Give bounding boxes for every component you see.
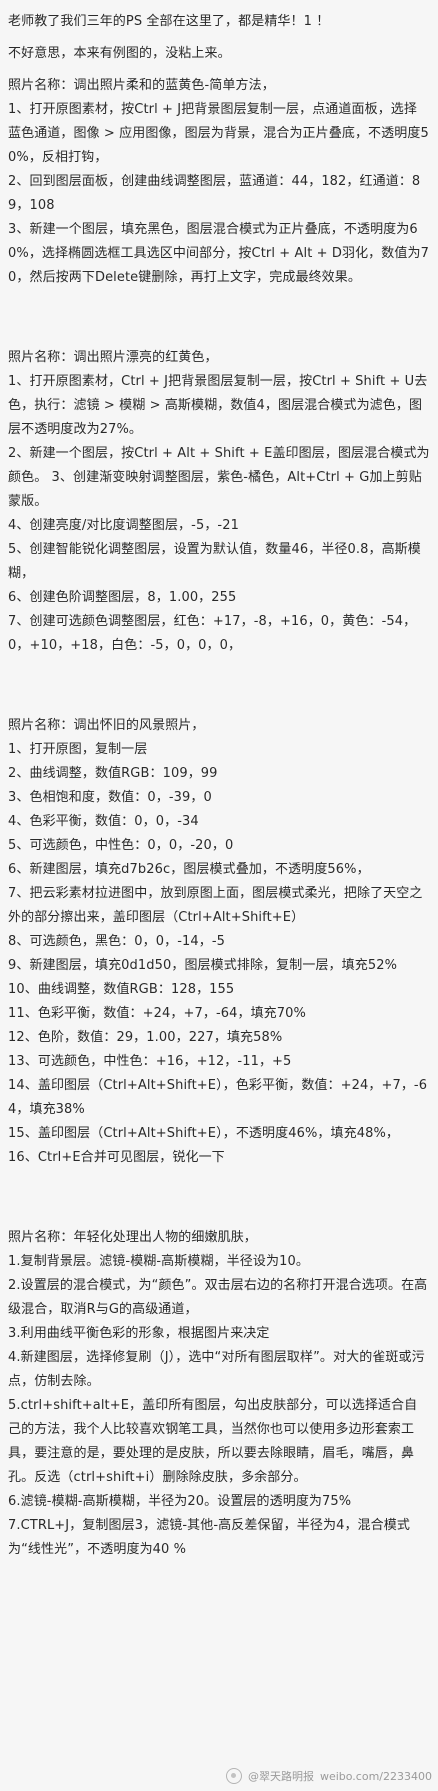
step-paragraph: 5、可选颜色，中性色：0，0，-20，0: [8, 838, 234, 853]
step-paragraph: 3.利用曲线平衡色彩的形象，根据图片来决定: [8, 1326, 270, 1341]
recipe-section: 照片名称：调出照片柔和的蓝黄色-简单方法， 1、打开原图素材，按Ctrl + J把…: [8, 74, 430, 290]
step-paragraph: 7.CTRL+J，复制图层3，滤镜-其他-高反差保留，半径为4，混合模式为“线性…: [8, 1518, 410, 1557]
document-content: 老师教了我们三年的PS 全部在这里了，都是精华！1 ！ 不好意思，本来有例图的，…: [0, 0, 438, 1562]
step-paragraph: 7、把云彩素材拉进图中，放到原图上面，图层模式柔光，把除了天空之外的部分擦出来，…: [8, 886, 423, 925]
step-paragraph: 1、打开原图，复制一层: [8, 742, 148, 757]
step-paragraph: 3、新建一个图层，填充黑色，图层混合模式为正片叠底，不透明度为60%，选择椭圆选…: [8, 222, 429, 285]
section-heading: 照片名称：调出怀旧的风景照片，: [8, 718, 205, 733]
step-paragraph: 2、曲线调整，数值RGB：109，99: [8, 766, 218, 781]
step-paragraph: 6.滤镜-模糊-高斯模糊，半径为20。设置层的透明度为75%: [8, 1494, 352, 1509]
step-paragraph: 1、打开原图素材，Ctrl + J把背景图层复制一层，按Ctrl + Shift…: [8, 374, 428, 437]
weibo-watermark-icon: [225, 1768, 242, 1784]
step-paragraph: 8、可选颜色，黑色：0，0，-14，-5: [8, 934, 226, 949]
step-paragraph: 16、Ctrl+E合并可见图层，锐化一下: [8, 1150, 225, 1165]
step-paragraph: 12、色阶，数值：29，1.00，227，填充58%: [8, 1030, 283, 1045]
intro-note: 不好意思，本来有例图的，没粘上来。: [8, 46, 231, 61]
step-paragraph: 6、创建色阶调整图层，8，1.00，255: [8, 590, 237, 605]
intro-title: 老师教了我们三年的PS 全部在这里了，都是精华！1 ！: [8, 14, 330, 29]
step-paragraph: 3、色相饱和度，数值：0，-39，0: [8, 790, 212, 805]
step-paragraph: 4、色彩平衡，数值：0，0，-34: [8, 814, 199, 829]
source-site: weibo.com/2233400: [319, 1769, 432, 1783]
step-paragraph: 13、可选颜色，中性色：+16，+12，-11，+5: [8, 1054, 292, 1069]
recipe-section: 照片名称：年轻化处理出人物的细嫩肌肤， 1.复制背景层。滤镜-模糊-高斯模糊，半径…: [8, 1226, 430, 1562]
recipe-section: 照片名称：调出怀旧的风景照片， 1、打开原图，复制一层 2、曲线调整，数值RGB：1…: [8, 714, 430, 1170]
step-paragraph: 2、回到图层面板，创建曲线调整图层，蓝通道：44，182，红通道：89，108: [8, 174, 421, 213]
step-paragraph: 1.复制背景层。滤镜-模糊-高斯模糊，半径设为10。: [8, 1254, 309, 1269]
step-paragraph: 5.ctrl+shift+alt+E，盖印所有图层，勾出皮肤部分，可以选择适合自…: [8, 1398, 418, 1485]
step-paragraph: 1、打开原图素材，按Ctrl + J把背景图层复制一层，点通道面板，选择蓝色通道…: [8, 102, 429, 165]
step-paragraph: 7、创建可选颜色调整图层，红色：+17，-8，+16，0，黄色：-54，0，+1…: [8, 614, 417, 653]
section-heading: 照片名称：调出照片漂亮的红黄色，: [8, 350, 218, 365]
source-author: @翠天路明报: [247, 1770, 314, 1783]
step-paragraph: 11、色彩平衡，数值：+24，+7，-64，填充70%: [8, 1006, 306, 1021]
step-paragraph: 10、曲线调整，数值RGB：128，155: [8, 982, 235, 997]
step-paragraph: 14、盖印图层（Ctrl+Alt+Shift+E），色彩平衡，数值：+24，+7…: [8, 1078, 428, 1117]
step-paragraph: 2.设置层的混合模式，为“颜色”。双击层右边的名称打开混合选项。在高级混合，取消…: [8, 1278, 428, 1317]
step-paragraph: 4、创建亮度/对比度调整图层，-5，-21: [8, 518, 239, 533]
step-paragraph: 4.新建图层，选择修复刷（J），选中“对所有图层取样”。对大的雀斑或污点，仿制去…: [8, 1350, 425, 1389]
source-footer: @翠天路明报 weibo.com/2233400: [225, 1765, 432, 1787]
step-paragraph: 9、新建图层，填充0d1d50，图层模式排除，复制一层，填充52%: [8, 958, 398, 973]
step-paragraph: 2、新建一个图层，按Ctrl + Alt + Shift + E盖印图层，图层混…: [8, 446, 430, 509]
step-paragraph: 6、新建图层，填充d7b26c，图层模式叠加，不透明度56%，: [8, 862, 370, 877]
step-paragraph: 5、创建智能锐化调整图层，设置为默认值，数量46，半径0.8，高斯模糊，: [8, 542, 421, 581]
document-page: 老师教了我们三年的PS 全部在这里了，都是精华！1 ！ 不好意思，本来有例图的，…: [0, 0, 438, 1791]
section-heading: 照片名称：调出照片柔和的蓝黄色-简单方法，: [8, 78, 275, 93]
step-paragraph: 15、盖印图层（Ctrl+Alt+Shift+E），不透明度46%，填充48%，: [8, 1126, 400, 1141]
section-heading: 照片名称：年轻化处理出人物的细嫩肌肤，: [8, 1230, 257, 1245]
recipe-section: 照片名称：调出照片漂亮的红黄色， 1、打开原图素材，Ctrl + J把背景图层复制…: [8, 346, 430, 658]
sections-container: 照片名称：调出照片柔和的蓝黄色-简单方法， 1、打开原图素材，按Ctrl + J把…: [8, 74, 430, 1562]
